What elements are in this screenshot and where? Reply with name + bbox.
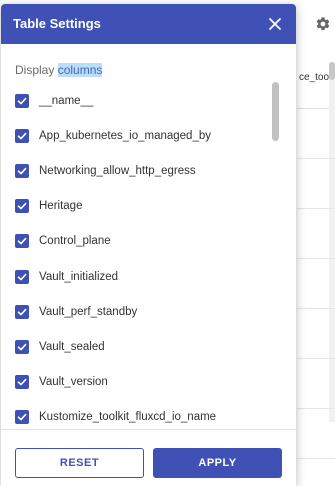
background-row-divider xyxy=(297,358,335,359)
footer-divider xyxy=(1,429,296,430)
table-settings-dialog: Table Settings Display columns __name__ A… xyxy=(1,4,296,486)
column-option-label: Vault_perf_standby xyxy=(39,305,138,318)
background-row-divider xyxy=(297,408,335,409)
column-option-label: Vault_initialized xyxy=(39,270,119,283)
checkbox[interactable] xyxy=(15,304,29,319)
checkbox[interactable] xyxy=(15,375,29,390)
check-icon xyxy=(17,202,27,210)
checkbox[interactable] xyxy=(15,234,29,249)
background-row-divider xyxy=(297,458,335,459)
background-row-divider xyxy=(297,258,335,259)
checkbox[interactable] xyxy=(15,163,29,178)
column-option[interactable]: App_kubernetes_io_managed_by xyxy=(1,118,271,153)
display-columns-label: Display columns xyxy=(15,63,103,77)
background-row-divider xyxy=(297,158,335,159)
apply-button[interactable]: APPLY xyxy=(153,448,282,478)
column-option[interactable]: Control_plane xyxy=(1,224,271,259)
column-option-label: Kustomize_toolkit_fluxcd_io_name xyxy=(39,411,217,424)
check-icon xyxy=(17,378,27,386)
close-button[interactable] xyxy=(265,14,285,34)
column-option-label: Control_plane xyxy=(39,235,111,248)
column-option[interactable]: Vault_initialized xyxy=(1,259,271,294)
column-option-label: Vault_version xyxy=(39,376,108,389)
checkbox[interactable] xyxy=(15,199,29,214)
checkbox[interactable] xyxy=(15,410,29,425)
check-icon xyxy=(17,167,27,175)
check-icon xyxy=(17,308,27,316)
close-icon xyxy=(269,18,281,30)
column-option-label: Heritage xyxy=(39,200,83,213)
checkbox[interactable] xyxy=(15,269,29,284)
check-icon xyxy=(17,97,27,104)
column-option-label: Vault_sealed xyxy=(39,340,105,353)
checkbox[interactable] xyxy=(15,93,29,108)
check-icon xyxy=(17,343,27,351)
background-row-divider xyxy=(297,308,335,309)
check-icon xyxy=(17,273,27,280)
column-option-label: App_kubernetes_io_managed_by xyxy=(39,129,211,142)
section-label-highlight: columns xyxy=(57,63,103,77)
column-list-scroll-thumb[interactable] xyxy=(272,82,279,141)
column-option[interactable]: Vault_sealed xyxy=(1,329,271,364)
column-list: __name__ App_kubernetes_io_managed_by Netw… xyxy=(1,80,281,430)
gear-icon[interactable] xyxy=(313,13,333,35)
reset-button[interactable]: RESET xyxy=(15,448,144,478)
dialog-header: Table Settings xyxy=(1,4,296,44)
background-scroll-thumb[interactable] xyxy=(329,62,335,80)
check-icon xyxy=(17,414,27,421)
background-row-divider xyxy=(297,208,335,209)
column-option-label: __name__ xyxy=(39,94,94,107)
column-option[interactable]: Kustomize_toolkit_fluxcd_io_name xyxy=(1,400,271,430)
column-option[interactable]: Vault_version xyxy=(1,365,271,400)
column-option[interactable]: Heritage xyxy=(1,189,271,224)
checkbox[interactable] xyxy=(15,339,29,354)
column-option-label: Networking_allow_http_egress xyxy=(39,164,196,177)
column-option[interactable]: Networking_allow_http_egress xyxy=(1,153,271,188)
column-option[interactable]: Vault_perf_standby xyxy=(1,294,271,329)
check-icon xyxy=(17,238,27,245)
background-scrollbar[interactable] xyxy=(329,62,335,422)
check-icon xyxy=(17,132,27,140)
section-label-prefix: Display xyxy=(15,63,58,77)
column-option[interactable]: __name__ xyxy=(1,83,271,118)
checkbox[interactable] xyxy=(15,128,29,143)
dialog-title: Table Settings xyxy=(13,16,101,31)
